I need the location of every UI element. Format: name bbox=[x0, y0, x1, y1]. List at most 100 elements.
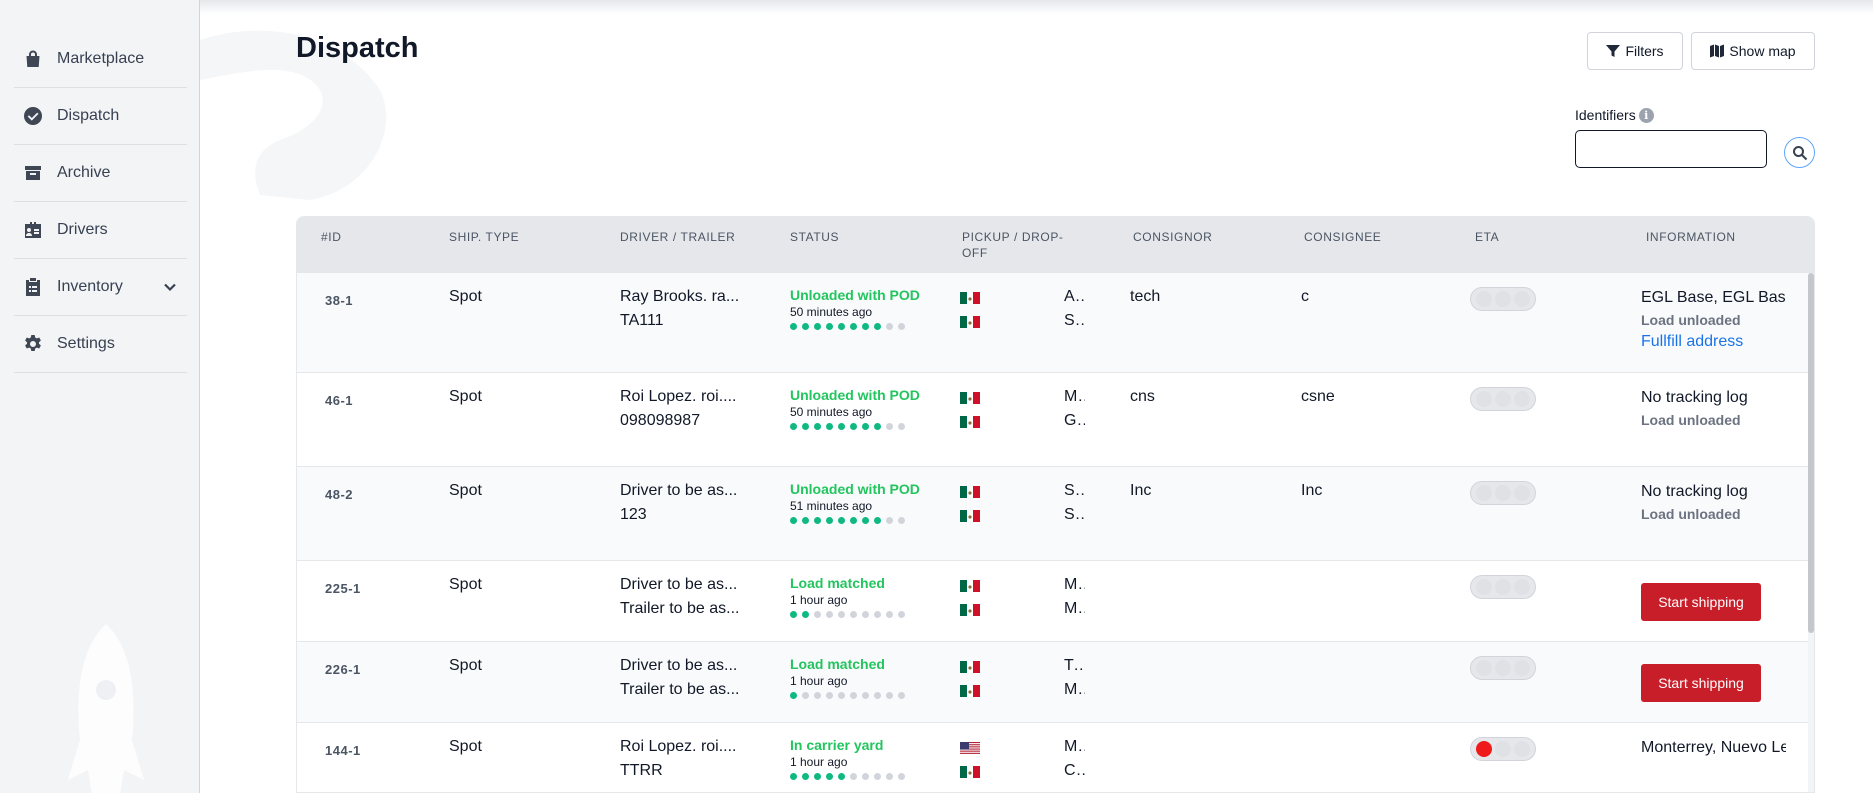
table-row[interactable]: 225-1 Spot Driver to be as... Trailer to… bbox=[297, 561, 1810, 642]
progress-dot bbox=[898, 773, 905, 780]
mexico-flag-icon bbox=[960, 290, 1060, 304]
progress-dot bbox=[802, 692, 809, 699]
status-time: 51 minutes ago bbox=[790, 499, 873, 513]
info-icon[interactable]: i bbox=[1638, 107, 1654, 123]
driver-trailer-cell: Roi Lopez. roi.... 098098987 bbox=[620, 385, 745, 433]
sidebar-nav: Marketplace Dispatch Archive Drivers Inv… bbox=[14, 31, 187, 373]
information-sub: Load unloaded bbox=[1641, 412, 1741, 428]
start-shipping-button[interactable]: Start shipping bbox=[1641, 664, 1761, 702]
scrollbar-thumb[interactable] bbox=[1808, 273, 1814, 633]
sidebar-item-drivers[interactable]: Drivers bbox=[14, 202, 187, 259]
column-header-ship-type[interactable]: SHIP. TYPE bbox=[449, 229, 574, 245]
pickup-dropoff-cell: Acapulco d... Santiago J... bbox=[960, 285, 1085, 333]
status-time: 50 minutes ago bbox=[790, 305, 873, 319]
identifiers-input[interactable] bbox=[1575, 130, 1767, 168]
eta-light bbox=[1494, 291, 1511, 307]
column-header-consignor[interactable]: CONSIGNOR bbox=[1133, 229, 1258, 245]
table-row[interactable]: 46-1 Spot Roi Lopez. roi.... 098098987 U… bbox=[297, 373, 1810, 467]
progress-dot bbox=[898, 423, 905, 430]
eta-indicator[interactable] bbox=[1470, 287, 1536, 311]
eta-indicator[interactable] bbox=[1470, 656, 1536, 680]
archive-box-icon bbox=[23, 163, 43, 183]
start-shipping-button[interactable]: Start shipping bbox=[1641, 583, 1761, 621]
dropoff-location: Santiago d... bbox=[1064, 506, 1085, 523]
pickup-dropoff-cell: San Luis P... Santiago d... bbox=[960, 479, 1085, 527]
column-header-driver-trailer[interactable]: DRIVER / TRAILER bbox=[620, 229, 745, 245]
sidebar-item-settings[interactable]: Settings bbox=[14, 316, 187, 373]
filters-button[interactable]: Filters bbox=[1587, 32, 1683, 70]
column-header-information[interactable]: INFORMATION bbox=[1646, 229, 1771, 245]
progress-dot bbox=[814, 517, 821, 524]
status-progress bbox=[790, 423, 920, 430]
gear-icon bbox=[23, 334, 43, 354]
clipboard-icon bbox=[23, 277, 43, 297]
sidebar-item-inventory[interactable]: Inventory bbox=[14, 259, 187, 316]
fullfill-address-link[interactable]: Fullfill address bbox=[1641, 331, 1786, 353]
dropoff-line: Santiago J... bbox=[960, 309, 1085, 333]
eta-light bbox=[1513, 291, 1530, 307]
table-row[interactable]: 38-1 Spot Ray Brooks. ra... TA111 Unload… bbox=[297, 273, 1810, 373]
eta-light bbox=[1494, 579, 1511, 595]
progress-dot bbox=[886, 323, 893, 330]
sidebar-item-label: Archive bbox=[57, 164, 111, 181]
load-id[interactable]: 225-1 bbox=[325, 581, 361, 596]
status-time: 50 minutes ago bbox=[790, 405, 873, 419]
column-header-pickup-dropoff[interactable]: PICKUP / DROP-OFF bbox=[962, 229, 1072, 261]
progress-dot bbox=[874, 517, 881, 524]
pickup-line: Monterrey, ... bbox=[960, 573, 1085, 597]
mexico-flag-icon bbox=[960, 414, 1060, 428]
sidebar-item-marketplace[interactable]: Marketplace bbox=[14, 31, 187, 88]
ship-type: Spot bbox=[449, 657, 482, 674]
table-row[interactable]: 226-1 Spot Driver to be as... Trailer to… bbox=[297, 642, 1810, 723]
table-scrollbar[interactable] bbox=[1808, 273, 1814, 792]
eta-indicator[interactable] bbox=[1470, 481, 1536, 505]
column-header-consignee[interactable]: CONSIGNEE bbox=[1304, 229, 1429, 245]
status-time: 1 hour ago bbox=[790, 674, 848, 688]
column-header-id[interactable]: #ID bbox=[321, 229, 446, 245]
progress-dot bbox=[802, 611, 809, 618]
load-id[interactable]: 38-1 bbox=[325, 293, 353, 308]
progress-dot bbox=[790, 773, 797, 780]
information-main: EGL Base, EGL Base bbox=[1641, 289, 1786, 306]
progress-dot bbox=[814, 323, 821, 330]
eta-indicator[interactable] bbox=[1470, 575, 1536, 599]
mexico-flag-icon bbox=[960, 314, 1060, 328]
information-cell: No tracking log Load unloaded bbox=[1641, 387, 1786, 431]
eta-indicator[interactable] bbox=[1470, 737, 1536, 761]
sidebar-item-archive[interactable]: Archive bbox=[14, 145, 187, 202]
trailer-name: TA111 bbox=[620, 312, 664, 329]
dropoff-line: Guadalajar... bbox=[960, 409, 1085, 433]
progress-dot bbox=[814, 773, 821, 780]
load-id[interactable]: 46-1 bbox=[325, 393, 353, 408]
column-header-eta[interactable]: ETA bbox=[1475, 229, 1600, 245]
progress-dot bbox=[862, 692, 869, 699]
pickup-dropoff-cell: Monterrey, ... Guadalajar... bbox=[960, 385, 1085, 433]
progress-dot bbox=[886, 692, 893, 699]
consignor: tech bbox=[1130, 288, 1161, 305]
dropoff-location: Guadalajar... bbox=[1064, 412, 1085, 429]
table-header: #ID SHIP. TYPE DRIVER / TRAILER STATUS P… bbox=[297, 217, 1814, 273]
id-card-icon bbox=[23, 220, 43, 240]
consignee: c bbox=[1301, 288, 1309, 305]
eta-indicator[interactable] bbox=[1470, 387, 1536, 411]
status-progress bbox=[790, 517, 920, 524]
ship-type: Spot bbox=[449, 288, 482, 305]
show-map-button[interactable]: Show map bbox=[1691, 32, 1815, 70]
driver-name: Driver to be as... bbox=[620, 657, 738, 674]
driver-name: Driver to be as... bbox=[620, 576, 738, 593]
progress-dot bbox=[886, 517, 893, 524]
status-time: 1 hour ago bbox=[790, 755, 848, 769]
load-id[interactable]: 226-1 bbox=[325, 662, 361, 677]
load-id[interactable]: 144-1 bbox=[325, 743, 361, 758]
load-id[interactable]: 48-2 bbox=[325, 487, 353, 502]
table-row[interactable]: 48-2 Spot Driver to be as... 123 Unloade… bbox=[297, 467, 1810, 561]
chevron-down-icon[interactable] bbox=[163, 280, 177, 294]
progress-dot bbox=[826, 611, 833, 618]
pickup-line: Montgomer... bbox=[960, 735, 1085, 759]
eta-light bbox=[1476, 579, 1493, 595]
ship-type: Spot bbox=[449, 738, 482, 755]
column-header-status[interactable]: STATUS bbox=[790, 229, 915, 245]
sidebar-item-dispatch[interactable]: Dispatch bbox=[14, 88, 187, 145]
search-button[interactable] bbox=[1784, 137, 1815, 168]
table-row[interactable]: 144-1 Spot Roi Lopez. roi.... TTRR In ca… bbox=[297, 723, 1810, 792]
